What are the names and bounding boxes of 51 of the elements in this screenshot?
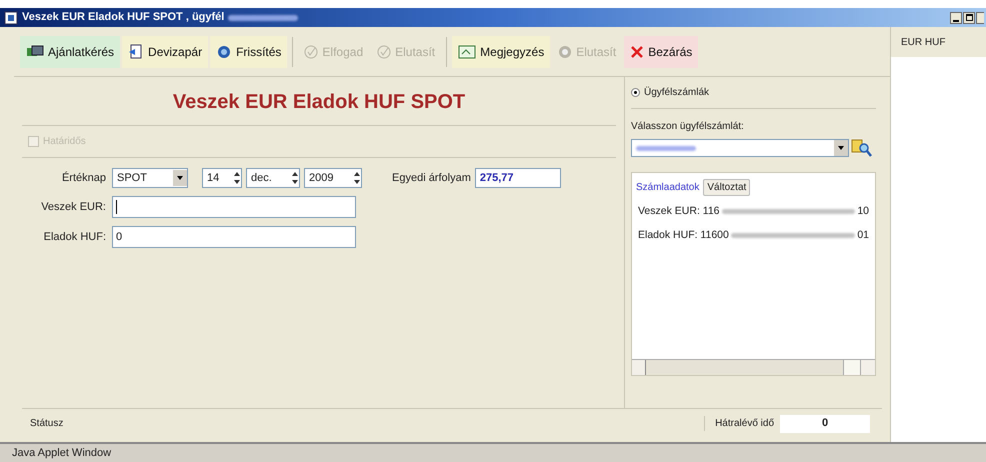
field-label: Értéknap xyxy=(60,170,106,186)
check-icon xyxy=(304,44,318,58)
account-number-end: 01 xyxy=(857,228,869,243)
spin-arrows-icon xyxy=(353,171,361,185)
prompt-text: Válasszon ügyfélszámlát: xyxy=(631,120,745,134)
note-icon xyxy=(458,44,476,58)
heading: Veszek EUR Eladok HUF SPOT xyxy=(22,77,616,126)
close-icon xyxy=(630,44,644,58)
account-number-start: Veszek EUR: 116 xyxy=(638,204,720,219)
check-icon xyxy=(377,44,392,58)
field-label: Egyedi árfolyam xyxy=(392,170,471,186)
maximize-button[interactable] xyxy=(963,12,975,24)
status-label: Státusz xyxy=(30,417,64,431)
close-button[interactable] xyxy=(976,12,984,24)
blurred-account-name xyxy=(636,146,696,150)
spin-arrows-icon xyxy=(233,171,241,185)
spinner-field[interactable]: 2009 xyxy=(304,168,362,188)
field-label: Veszek EUR: xyxy=(40,200,106,215)
cards-icon xyxy=(26,44,44,58)
applet-label: Java Applet Window xyxy=(12,446,112,461)
account-number-end: 10 xyxy=(857,204,869,219)
change-button[interactable]: Változtat xyxy=(703,179,750,196)
toolbar-button[interactable]: Devizapár xyxy=(122,36,208,68)
search-icon[interactable] xyxy=(851,138,873,158)
toolbar-button[interactable]: Megjegyzés xyxy=(452,36,550,68)
radio-label: Ügyfélszámlák xyxy=(644,86,710,100)
spinner-field[interactable]: dec. xyxy=(246,168,300,188)
account-data-tab[interactable]: Számlaadatok xyxy=(636,180,700,195)
app-icon xyxy=(4,10,18,24)
account-dropdown[interactable] xyxy=(631,139,849,157)
minimize-button[interactable] xyxy=(950,12,962,24)
disc-icon xyxy=(558,44,572,58)
amount-field[interactable] xyxy=(112,196,356,218)
toolbar-button[interactable]: Ajánlatkérés xyxy=(20,36,120,68)
toolbar-button[interactable]: Bezárás xyxy=(624,36,698,68)
spinner-field[interactable]: 14 xyxy=(202,168,242,188)
toolbar-button[interactable]: Frissítés xyxy=(210,36,288,68)
amount-field[interactable]: 0 xyxy=(112,226,356,248)
refresh-icon xyxy=(216,44,232,60)
account-number-start: Eladok HUF: 11600 xyxy=(638,228,729,243)
side-panel-title: EUR HUF xyxy=(901,36,946,50)
window-title: Veszek EUR Eladok HUF SPOT , ügyfél xyxy=(22,10,224,26)
spin-arrows-icon xyxy=(291,171,299,185)
document-icon xyxy=(128,44,144,60)
blurred-client-name xyxy=(228,14,298,20)
radio-button[interactable] xyxy=(631,88,640,97)
rate-field[interactable]: 275,77 xyxy=(474,168,561,188)
horizontal-scrollbar[interactable] xyxy=(632,359,875,375)
field-label: Eladok HUF: xyxy=(42,230,106,245)
dropdown[interactable]: SPOT xyxy=(112,168,188,188)
remaining-time-field: 0 xyxy=(780,414,870,432)
